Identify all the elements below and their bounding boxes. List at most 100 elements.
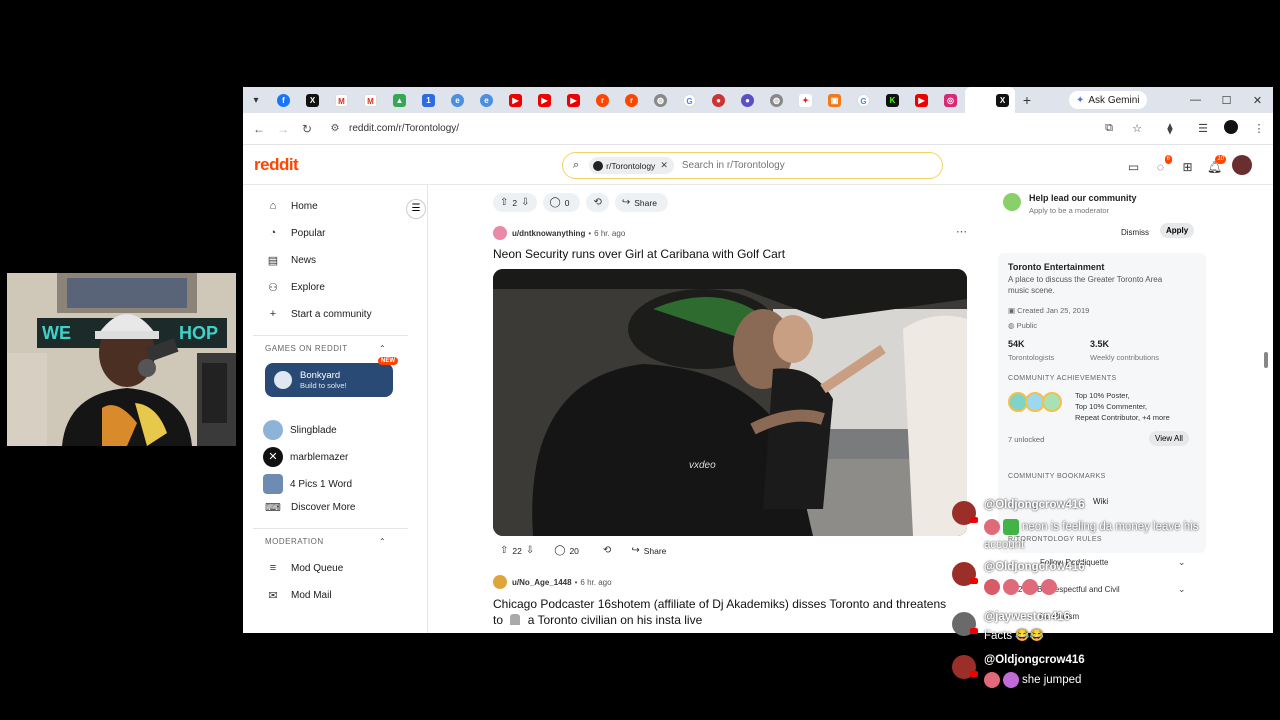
profile-icon[interactable]: [1217, 120, 1245, 137]
tab-canada[interactable]: ✦: [791, 87, 820, 113]
downvote-icon[interactable]: ⇩: [521, 197, 529, 208]
vote-pill[interactable]: ⇧ 22 ⇩: [493, 541, 542, 560]
create-post-icon[interactable]: ⊞: [1174, 160, 1201, 174]
game-marblemazer[interactable]: ✕ marblemazer: [263, 447, 348, 467]
youtube-badge-icon: [970, 517, 978, 523]
tab-edge-2[interactable]: e: [472, 87, 501, 113]
tab-youtube-3[interactable]: ▶: [559, 87, 588, 113]
left-sidebar: ⌂ Home ◔ Popular ▤ News ⚇ Explore + Start a c…: [243, 185, 428, 633]
tab-youtube-2[interactable]: ▶: [530, 87, 559, 113]
tab-youtube[interactable]: ▶: [501, 87, 530, 113]
tab-record[interactable]: ●: [704, 87, 733, 113]
nav-home[interactable]: ⌂ Home: [265, 200, 318, 212]
moderation-section-header[interactable]: MODERATION ⌃: [265, 537, 386, 546]
post-author[interactable]: u/No_Age_1448: [512, 578, 572, 587]
youtube-badge-icon: [970, 628, 978, 634]
forward-icon[interactable]: →: [271, 122, 295, 136]
user-avatar[interactable]: [1228, 155, 1255, 178]
tab-globe[interactable]: ◍: [646, 87, 675, 113]
tab-orange[interactable]: ▣: [820, 87, 849, 113]
post-video[interactable]: vxdeo: [493, 269, 967, 536]
close-window-icon[interactable]: ✕: [1242, 94, 1273, 107]
chevron-up-icon: ⌃: [379, 537, 387, 546]
notifications-icon[interactable]: 🔔︎ 10: [1201, 154, 1228, 174]
scrollbar-thumb[interactable]: [1264, 352, 1268, 368]
tab-google[interactable]: G: [675, 87, 704, 113]
maximize-icon[interactable]: ☐: [1211, 94, 1242, 107]
author-avatar[interactable]: [493, 575, 507, 589]
author-avatar[interactable]: [493, 226, 507, 240]
new-tab-button[interactable]: +: [1015, 92, 1039, 108]
tab-drive[interactable]: ▲: [385, 87, 414, 113]
downvote-icon[interactable]: ⇩: [526, 545, 534, 556]
tab-reddit-2[interactable]: r: [617, 87, 646, 113]
comments-button[interactable]: ◯ 0: [542, 193, 581, 212]
apply-button[interactable]: Apply: [1160, 223, 1195, 238]
tab-reddit[interactable]: r: [588, 87, 617, 113]
tab-edge[interactable]: e: [443, 87, 472, 113]
tab-gmail[interactable]: M: [327, 87, 356, 113]
crosspost-button[interactable]: ⟲: [595, 541, 619, 560]
tab-search-dropdown[interactable]: ▾: [243, 87, 269, 113]
nav-popular[interactable]: ◔ Popular: [265, 227, 326, 239]
tab-x-active[interactable]: ✕ X: [965, 87, 1015, 113]
ads-icon[interactable]: ▭: [1120, 160, 1147, 174]
reload-icon[interactable]: ↻: [295, 122, 319, 136]
tab-gmail-2[interactable]: M: [356, 87, 385, 113]
tab-docs[interactable]: 1: [414, 87, 443, 113]
nav-explore[interactable]: ⚇ Explore: [265, 281, 325, 294]
post-author[interactable]: u/dntknowanything: [512, 229, 585, 238]
explore-icon: ⚇: [268, 282, 278, 294]
chip-close-icon[interactable]: ✕: [660, 160, 668, 171]
reddit-logo[interactable]: reddit: [254, 155, 299, 175]
comments-button[interactable]: ◯ 20: [547, 541, 590, 560]
mod-mail[interactable]: ✉ Mod Mail: [265, 589, 331, 602]
post-title[interactable]: Neon Security runs over Girl at Caribana…: [493, 246, 968, 262]
dismiss-button[interactable]: Dismiss: [1121, 228, 1149, 237]
search-input[interactable]: [681, 160, 882, 171]
reading-list-icon[interactable]: ☰: [1189, 122, 1217, 135]
view-all-button[interactable]: View All: [1149, 431, 1189, 446]
game-4pics1word[interactable]: 4 Pics 1 Word: [263, 474, 352, 494]
back-icon[interactable]: ←: [247, 122, 271, 136]
crosspost-button[interactable]: ⟲: [586, 193, 609, 212]
game-slingblade[interactable]: Slingblade: [263, 420, 337, 440]
achievement-badges[interactable]: [1008, 392, 1062, 412]
vote-pill[interactable]: ⇧ 2 ⇩: [493, 193, 537, 212]
chat-text-line-1: neon is feeling da money leave his: [1022, 521, 1199, 533]
upvote-icon[interactable]: ⇧: [500, 545, 508, 556]
bookmark-star-icon[interactable]: ☆: [1123, 122, 1151, 135]
collapse-nav-button[interactable]: ☰: [406, 199, 426, 219]
share-button[interactable]: ↪ Share: [624, 541, 678, 560]
tab-globe-2[interactable]: ◍: [762, 87, 791, 113]
tab-google-2[interactable]: G: [849, 87, 878, 113]
chat-icon[interactable]: ◌ 6: [1147, 154, 1174, 174]
search-bar[interactable]: ⌕ r/Torontology ✕: [562, 152, 943, 179]
tab-youtube-4[interactable]: ▶: [907, 87, 936, 113]
nav-news[interactable]: ▤ News: [265, 254, 316, 267]
mod-queue[interactable]: ≡ Mod Queue: [265, 562, 343, 574]
site-settings-icon[interactable]: ⚙: [325, 123, 345, 134]
tab-instagram[interactable]: ◎: [936, 87, 965, 113]
tab-kick[interactable]: K: [878, 87, 907, 113]
post-title[interactable]: Chicago Podcaster 16shotem (affiliate of…: [493, 596, 968, 628]
ask-gemini-button[interactable]: ✦ Ask Gemini: [1069, 91, 1147, 109]
close-icon[interactable]: ✕: [971, 94, 984, 107]
chat-text: she jumped: [984, 672, 1081, 688]
discover-more[interactable]: ⌨ Discover More: [265, 501, 355, 514]
install-app-icon[interactable]: ⧉: [1095, 122, 1123, 135]
tab-x[interactable]: X: [298, 87, 327, 113]
featured-game-bonkyard[interactable]: Bonkyard Build to solve! NEW: [265, 357, 398, 397]
minimize-icon[interactable]: —: [1180, 94, 1211, 107]
games-section-header[interactable]: GAMES ON REDDIT ⌃: [265, 344, 386, 353]
upvote-icon[interactable]: ⇧: [500, 197, 508, 208]
more-menu-icon[interactable]: ⋮: [1245, 122, 1273, 135]
post-options-icon[interactable]: ⋯: [956, 225, 967, 238]
tab-circle[interactable]: ●: [733, 87, 762, 113]
extensions-icon[interactable]: ⧫: [1151, 122, 1189, 135]
community-chip[interactable]: r/Torontology ✕: [589, 157, 674, 174]
nav-start-community[interactable]: + Start a community: [265, 308, 372, 320]
url-field[interactable]: reddit.com/r/Torontology/: [349, 123, 459, 134]
tab-facebook[interactable]: f: [269, 87, 298, 113]
share-button[interactable]: ↪ Share: [614, 193, 668, 212]
